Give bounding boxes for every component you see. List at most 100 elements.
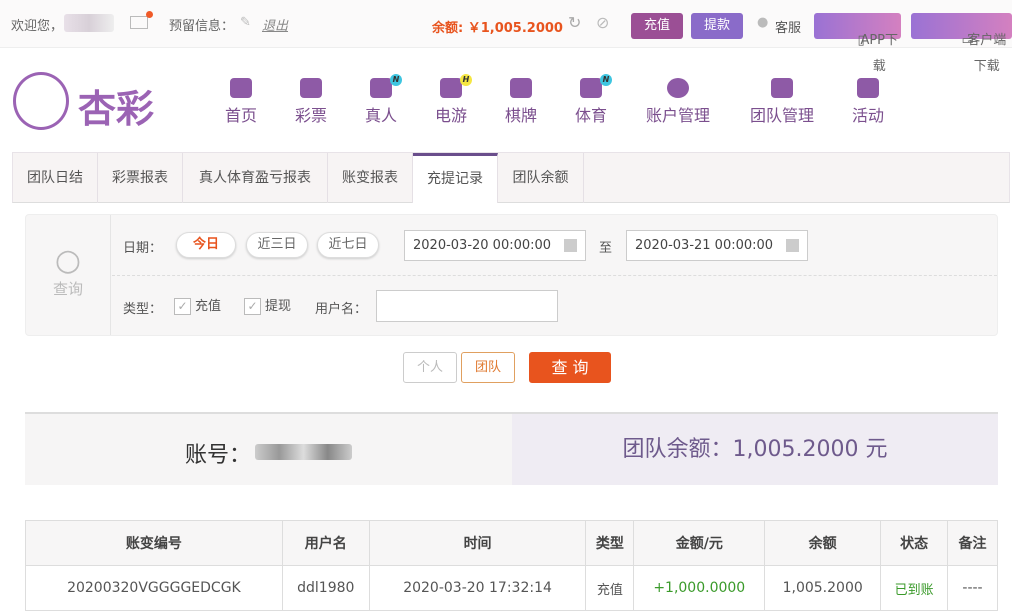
home-icon [230, 78, 252, 98]
last-3-days-button[interactable]: 近三日 [246, 232, 308, 258]
today-button[interactable]: 今日 [176, 232, 236, 258]
reserved-info-label: 预留信息： [169, 15, 234, 34]
cell-id: 20200320VGGGGEDCGK [26, 566, 283, 611]
cell-amount: +1,000.0000 [634, 566, 765, 611]
username-label: 用户名： [315, 298, 367, 317]
logout-link[interactable]: 退出 [262, 15, 288, 34]
search-side-label: 查询 [26, 278, 110, 299]
cards-icon [510, 78, 532, 98]
col-username: 用户名 [282, 521, 369, 566]
welcome-text: 欢迎您， [11, 15, 63, 34]
nav-label: 彩票 [295, 106, 327, 125]
records-table: 账变编号 用户名 时间 类型 金额/元 余额 状态 备注 20200320VGG… [25, 520, 998, 611]
nav-label: 真人 [365, 106, 397, 125]
account-label: 账号： [185, 437, 251, 469]
client-download-button[interactable]: ▭ 客户端下载 [911, 13, 1012, 39]
withdraw-checkbox[interactable]: ✓ 提现 [244, 295, 291, 315]
team-button[interactable]: 团队 [461, 352, 515, 383]
query-button[interactable]: 查 询 [529, 352, 611, 383]
checkmark-icon: ✓ [244, 298, 261, 315]
gift-icon [857, 78, 879, 98]
search-side: ○ 查询 [26, 215, 111, 335]
nav-label: 体育 [575, 106, 607, 125]
nav-lottery[interactable]: 彩票 [294, 78, 328, 126]
nav-label: 团队管理 [750, 106, 814, 125]
badge-new: N [390, 74, 402, 86]
recharge-checkbox-label: 充值 [195, 299, 221, 314]
start-date-input[interactable]: 2020-03-20 00:00:00 [404, 230, 586, 261]
edit-icon[interactable]: ✎ [240, 15, 251, 30]
cell-balance: 1,005.2000 [765, 566, 881, 611]
team-balance-value: 团队余额：1,005.2000 元 [512, 414, 998, 485]
col-balance: 余额 [765, 521, 881, 566]
nav-sports[interactable]: N 体育 [574, 78, 608, 126]
nav-label: 棋牌 [505, 106, 537, 125]
tab-lottery-report[interactable]: 彩票报表 [98, 153, 183, 203]
recharge-checkbox[interactable]: ✓ 充值 [174, 295, 221, 315]
lottery-icon [300, 78, 322, 98]
nav-promo[interactable]: 活动 [851, 78, 885, 126]
main-nav: 杏彩 首页 彩票 N真人 H电游 棋牌 N体育 账户管理 团队管理 活动 [0, 60, 1012, 140]
mail-icon[interactable] [130, 16, 148, 29]
service-icon: ● [757, 15, 768, 30]
withdraw-button[interactable]: 提款 [691, 13, 743, 39]
report-tabs: 团队日结 彩票报表 真人体育盈亏报表 账变报表 充提记录 团队余额 [12, 152, 1010, 203]
badge-hot: H [460, 74, 472, 86]
search-icon: ○ [26, 243, 110, 278]
nav-home[interactable]: 首页 [224, 78, 258, 126]
nav-label: 首页 [225, 106, 257, 125]
account-blurred [255, 444, 352, 460]
balance-text: 余额: ￥1,005.2000 [432, 17, 563, 36]
checkmark-icon: ✓ [174, 298, 191, 315]
service-link[interactable]: 客服 [775, 17, 801, 36]
search-panel: ○ 查询 日期： 今日 近三日 近七日 2020-03-20 00:00:00 … [25, 214, 998, 336]
account-cell: 账号： [25, 414, 512, 485]
app-download-button[interactable]: ▯ APP下载 [814, 13, 901, 39]
nav-live[interactable]: N 真人 [364, 78, 398, 126]
nav-label: 活动 [852, 106, 884, 125]
refresh-icon[interactable]: ↻ [568, 13, 581, 32]
recharge-button[interactable]: 充值 [631, 13, 683, 39]
logo-emblem[interactable] [13, 72, 69, 130]
calendar-icon[interactable] [564, 239, 577, 252]
table-row: 20200320VGGGGEDCGK ddl1980 2020-03-20 17… [26, 566, 998, 611]
type-label: 类型： [123, 298, 162, 317]
gamepad-icon: H [440, 78, 462, 98]
cell-type: 充值 [586, 566, 634, 611]
col-remark: 备注 [948, 521, 998, 566]
tab-live-sports-report[interactable]: 真人体育盈亏报表 [183, 153, 328, 203]
date-label: 日期： [123, 237, 162, 256]
nav-slots[interactable]: H 电游 [434, 78, 468, 126]
badge-new: N [600, 74, 612, 86]
username-input[interactable] [376, 290, 558, 322]
nav-label: 账户管理 [646, 106, 710, 125]
tab-team-daily[interactable]: 团队日结 [13, 153, 98, 203]
tab-deposit-withdraw-records[interactable]: 充提记录 [413, 153, 498, 203]
trophy-icon: N [580, 78, 602, 98]
hide-eye-icon[interactable]: ⊘ [596, 13, 609, 32]
table-header: 账变编号 用户名 时间 类型 金额/元 余额 状态 备注 [26, 521, 998, 566]
nav-account[interactable]: 账户管理 [644, 78, 712, 126]
yen-coin-icon [667, 78, 689, 98]
cell-status: 已到账 [881, 566, 948, 611]
tab-transaction-report[interactable]: 账变报表 [328, 153, 413, 203]
col-id: 账变编号 [26, 521, 283, 566]
calendar-icon[interactable] [786, 239, 799, 252]
end-date-input[interactable]: 2020-03-21 00:00:00 [626, 230, 808, 261]
col-type: 类型 [586, 521, 634, 566]
balance-summary: 账号： 团队余额：1,005.2000 元 [25, 412, 998, 485]
nav-label: 电游 [435, 106, 467, 125]
nav-team[interactable]: 团队管理 [748, 78, 816, 126]
personal-button[interactable]: 个人 [403, 352, 457, 383]
start-date-value: 2020-03-20 00:00:00 [413, 238, 551, 253]
nav-cards[interactable]: 棋牌 [504, 78, 538, 126]
withdraw-checkbox-label: 提现 [265, 299, 291, 314]
dealer-icon: N [370, 78, 392, 98]
col-status: 状态 [881, 521, 948, 566]
tab-team-balance[interactable]: 团队余额 [498, 153, 584, 203]
last-7-days-button[interactable]: 近七日 [317, 232, 379, 258]
col-time: 时间 [369, 521, 586, 566]
cell-username: ddl1980 [282, 566, 369, 611]
divider [112, 275, 997, 276]
team-icon [771, 78, 793, 98]
